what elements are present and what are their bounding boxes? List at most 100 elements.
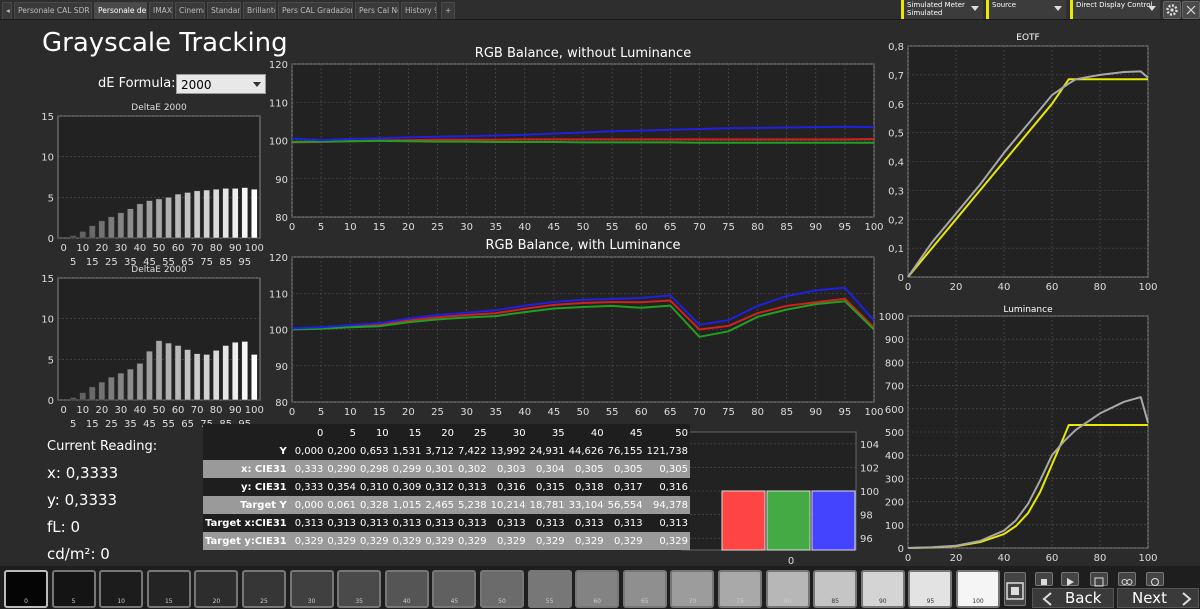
next-button[interactable]: Next <box>1117 588 1199 608</box>
bar-20 <box>98 381 106 401</box>
reading-x: x: 0,3333 <box>47 464 119 482</box>
table-cell: 0,200 <box>325 442 359 460</box>
table-cell: 0,313 <box>358 514 391 532</box>
table-cell: 0,298 <box>358 460 391 478</box>
bar-85 <box>222 345 229 401</box>
x-tick-label: 0 <box>61 405 67 416</box>
expand-button[interactable] <box>1182 1 1200 19</box>
x-tick-label: 45 <box>548 222 561 233</box>
table-cell: 94,378 <box>644 496 690 514</box>
column-header: 25 <box>455 424 489 442</box>
refresh-button[interactable] <box>1146 572 1164 586</box>
meter-dropdown-line2: Simulated <box>907 9 943 17</box>
table-cell: 0,329 <box>605 532 645 550</box>
x-tick-label: 0 <box>289 222 295 233</box>
bar-80 <box>212 188 220 239</box>
x-tick-label: 35 <box>489 407 502 418</box>
de-formula-label: dE Formula: <box>98 76 176 91</box>
chevron-down-icon <box>253 82 261 87</box>
table-cell: 2,465 <box>423 496 456 514</box>
bar-55 <box>165 197 172 239</box>
back-button[interactable]: Back <box>1032 588 1114 608</box>
x-tick-label: 0 <box>289 407 295 418</box>
tab-5[interactable]: Brillante <box>243 2 276 19</box>
x-tick-label: 15 <box>373 222 386 233</box>
x-tick-label: 5 <box>318 407 324 418</box>
swatch-label: 40 <box>402 598 411 605</box>
stop-icon <box>1041 579 1047 585</box>
table-cell: 10,214 <box>488 496 528 514</box>
tab-0[interactable]: Personale CAL SDR <box>14 2 92 19</box>
bar-15 <box>89 225 96 239</box>
x-tick-label: 55 <box>606 407 619 418</box>
table-cell: 0,329 <box>488 532 528 550</box>
gear-icon <box>1166 4 1178 16</box>
y-tick-label: 0 <box>898 273 904 284</box>
record-button[interactable] <box>1004 572 1026 606</box>
de-formula-select[interactable]: 2000 <box>176 74 266 94</box>
bar-25 <box>108 376 115 401</box>
x-tick-label: 100 <box>245 405 264 416</box>
row-label: Target y:CIE31 <box>203 532 293 550</box>
bar-35 <box>127 368 134 401</box>
add-tab-button[interactable]: + <box>441 2 455 19</box>
swatch-label: 0 <box>24 598 28 605</box>
tab-2[interactable]: IMAX <box>149 2 173 19</box>
save-button[interactable] <box>1090 572 1108 587</box>
column-header: 10 <box>358 424 391 442</box>
bar-70 <box>193 353 201 401</box>
y-tick-label: 700 <box>885 382 904 393</box>
x-tick-label: 45 <box>548 407 561 418</box>
tab-scroll-left[interactable]: ◂ <box>2 2 12 19</box>
x-tick-label: 10 <box>76 405 89 416</box>
y-tick-label: 10 <box>41 315 54 326</box>
x-tick-label: 40 <box>998 553 1011 564</box>
table-cell: 56,554 <box>605 496 645 514</box>
swatch-label: 70 <box>688 598 697 605</box>
play-button[interactable] <box>1061 572 1079 586</box>
tab-8[interactable]: History 9 <box>401 2 437 19</box>
x-tick-label: 60 <box>1046 553 1059 564</box>
table-cell: 0,000 <box>292 496 326 514</box>
x-tick-label: 20 <box>402 407 415 418</box>
x-tick-label: 0 <box>905 282 911 293</box>
y-tick-label: 100 <box>885 521 904 532</box>
swatch-label: 80 <box>783 598 792 605</box>
tab-1[interactable]: Personale def <box>94 2 147 19</box>
x-tick-label: 50 <box>577 222 590 233</box>
tab-6[interactable]: Pers CAL Gradazione <box>278 2 353 19</box>
back-label: Back <box>1065 589 1102 607</box>
row-label: Target Y <box>203 496 293 514</box>
y-tick-label: 600 <box>885 405 904 416</box>
bar-5 <box>69 397 77 401</box>
x-tick-label: 90 <box>809 222 822 233</box>
loop-button[interactable] <box>1118 572 1136 586</box>
settings-button[interactable] <box>1163 1 1181 19</box>
bar-50 <box>155 198 163 239</box>
y-tick-label: 120 <box>269 60 288 71</box>
y-tick-label: 80 <box>275 213 288 224</box>
table-cell: 0,329 <box>527 532 567 550</box>
source-dropdown[interactable]: Source <box>986 0 1066 19</box>
y-tick-label: 0,3 <box>888 186 904 197</box>
x-tick-label: 10 <box>344 407 357 418</box>
x-tick-label: 50 <box>153 405 166 416</box>
bar-30 <box>117 212 125 239</box>
display-dropdown[interactable]: Direct Display Control <box>1070 0 1160 19</box>
tab-3[interactable]: Cinema <box>175 2 205 19</box>
table-cell: 0,329 <box>423 532 456 550</box>
bar-40 <box>136 203 144 239</box>
table-cell: 0,305 <box>605 460 645 478</box>
chevron-down-icon <box>971 6 979 11</box>
tab-7[interactable]: Pers Cal No <box>355 2 399 19</box>
stop-button[interactable] <box>1035 572 1053 586</box>
x-tick-label: 95 <box>839 407 852 418</box>
tab-4[interactable]: Standard <box>207 2 241 19</box>
y-tick-label: 15 <box>41 112 54 123</box>
y-tick-label: 100 <box>860 487 879 498</box>
meter-dropdown[interactable]: Simulated Meter Simulated <box>901 0 983 19</box>
bar-R <box>721 490 766 551</box>
table-cell: 0,329 <box>644 532 690 550</box>
table-cell: 0,333 <box>292 478 326 496</box>
deltae-top-chart: DeltaE 200005101505101520253035404550556… <box>41 103 264 268</box>
